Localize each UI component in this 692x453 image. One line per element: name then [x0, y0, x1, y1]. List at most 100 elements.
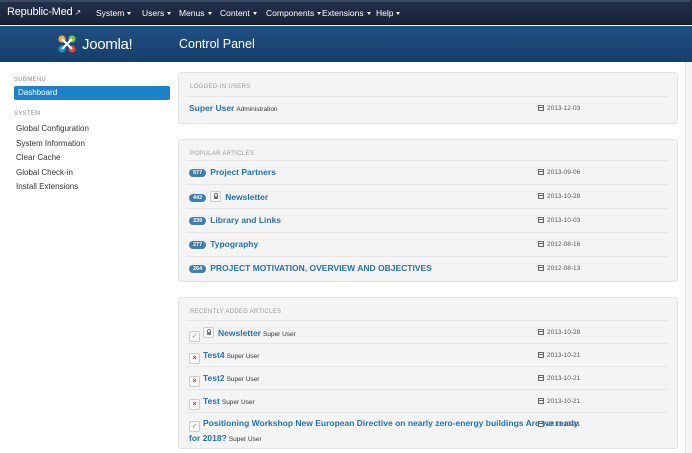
calendar-icon — [538, 375, 544, 381]
lock-icon[interactable] — [203, 327, 214, 338]
list-item: Super User Administration 2013-12-03 — [186, 96, 668, 119]
hits-badge: 577 — [189, 169, 207, 177]
user-location: Administration — [236, 106, 278, 113]
menu-content-label: Content — [220, 8, 250, 18]
published-check-icon[interactable]: ✓ — [189, 331, 200, 342]
article-link[interactable]: Positioning Workshop New European Direct… — [203, 418, 579, 428]
system-heading: SYSTEM — [14, 111, 41, 117]
list-item: × Test4 Super User 2013-10-21 — [186, 343, 668, 366]
published-check-icon[interactable]: ✓ — [189, 421, 200, 432]
list-item: ✓ Newsletter Super User 2013-10-29 — [186, 320, 668, 343]
external-link-icon: ↗ — [74, 8, 81, 17]
list-item: 277 Typography 2012-08-16 — [186, 232, 668, 255]
logged-in-users-panel: LOGGED-IN USERS Super User Administration… — [178, 72, 678, 124]
row-date: 2012-08-13 — [538, 265, 580, 272]
article-link-continued[interactable]: for 2018? — [189, 433, 227, 443]
row-main: 442 Newsletter — [189, 191, 268, 202]
caret-down-icon — [252, 12, 257, 15]
article-link[interactable]: PROJECT MOTIVATION, OVERVIEW AND OBJECTI… — [210, 263, 432, 273]
menu-components-label: Components — [266, 8, 315, 18]
page-header: Joomla! Control Panel — [0, 26, 692, 62]
site-name-link[interactable]: Republic-Med ↗ — [7, 6, 81, 18]
calendar-icon — [538, 241, 544, 247]
article-author: Super User — [226, 376, 260, 383]
page-title: Control Panel — [179, 37, 255, 51]
article-link[interactable]: Newsletter — [225, 192, 268, 202]
caret-down-icon — [207, 12, 212, 15]
list-item: × Test2 Super User 2013-10-21 — [186, 366, 668, 389]
user-link[interactable]: Super User — [189, 103, 234, 113]
unpublished-x-icon[interactable]: × — [189, 376, 200, 387]
row-date: 2013-10-03 — [538, 217, 580, 224]
menu-users-label: Users — [142, 8, 165, 18]
panel-heading: LOGGED-IN USERS — [190, 84, 251, 90]
article-link[interactable]: Typography — [210, 239, 258, 249]
article-link[interactable]: Test — [203, 396, 220, 406]
row-main: × Test Super User — [189, 396, 255, 410]
menu-system[interactable]: System — [96, 8, 132, 18]
sidebar-item-global-check-in[interactable]: Global Check-in — [14, 166, 170, 181]
article-author: Super User — [263, 331, 296, 338]
row-date: 2013-10-21 — [538, 398, 580, 405]
article-link[interactable]: Test4 — [203, 350, 225, 360]
row-date: 2013-09-06 — [538, 169, 580, 176]
sidebar-item-dashboard[interactable]: Dashboard — [14, 86, 170, 100]
menu-menus[interactable]: Menus — [179, 8, 212, 18]
hits-badge: 442 — [189, 194, 207, 202]
calendar-icon — [538, 217, 544, 223]
hits-badge: 277 — [189, 241, 207, 249]
menu-system-label: System — [96, 8, 125, 18]
right-edge-panel — [685, 62, 692, 453]
row-main: 264 PROJECT MOTIVATION, OVERVIEW AND OBJE… — [189, 263, 432, 273]
row-date: 2013-12-03 — [538, 105, 580, 112]
popular-articles-panel: POPULAR ARTICLES 577 Project Partners 201… — [178, 139, 678, 282]
date-text: 2013-10-21 — [547, 375, 581, 382]
panel-heading: RECENTLY ADDED ARTICLES — [190, 309, 282, 315]
sidebar: SUBMENU Dashboard SYSTEM Global Configur… — [14, 74, 170, 195]
row-main: ✓ Newsletter Super User — [189, 327, 296, 342]
menu-extensions[interactable]: Extensions — [322, 8, 371, 18]
row-date: 2013-10-29 — [538, 329, 580, 336]
calendar-icon — [538, 352, 544, 358]
menu-users[interactable]: Users — [142, 8, 172, 18]
article-author: Super User — [226, 353, 260, 360]
row-main: × Test4 Super User — [189, 350, 259, 364]
calendar-icon — [538, 265, 544, 271]
article-link[interactable]: Project Partners — [210, 167, 276, 177]
row-date: 2013-10-21 — [538, 352, 580, 359]
logo-text: Joomla! — [82, 35, 133, 53]
menu-components[interactable]: Components — [266, 8, 322, 18]
unpublished-x-icon[interactable]: × — [189, 353, 200, 364]
menu-content[interactable]: Content — [220, 8, 257, 18]
article-link[interactable]: Newsletter — [218, 328, 261, 338]
list-item: ✓ Positioning Workshop New European Direc… — [186, 412, 668, 448]
date-text: 2013-12-03 — [547, 105, 581, 112]
joomla-icon — [58, 35, 76, 53]
site-name: Republic-Med — [7, 6, 73, 18]
sidebar-item-install-extensions[interactable]: Install Extensions — [14, 180, 170, 195]
caret-down-icon — [317, 12, 322, 15]
sidebar-item-global-configuration[interactable]: Global Configuration — [14, 122, 170, 137]
article-author: Super User — [228, 436, 262, 443]
article-author: Super User — [221, 399, 255, 406]
date-text: 2013-10-21 — [547, 398, 581, 405]
panel-heading: POPULAR ARTICLES — [190, 151, 255, 157]
menu-menus-label: Menus — [179, 8, 205, 18]
date-text: 2013-10-29 — [547, 193, 581, 200]
row-date: 2013-10-21 — [538, 375, 580, 382]
list-item: 442 Newsletter 2013-10-29 — [186, 184, 668, 207]
caret-down-icon — [366, 12, 371, 15]
joomla-logo[interactable]: Joomla! — [56, 32, 133, 56]
sidebar-item-system-information[interactable]: System Information — [14, 137, 170, 152]
row-main: 577 Project Partners — [189, 167, 276, 177]
article-link[interactable]: Test2 — [203, 373, 225, 383]
submenu-heading: SUBMENU — [14, 77, 47, 83]
sidebar-item-clear-cache[interactable]: Clear Cache — [14, 151, 170, 166]
calendar-icon — [538, 105, 544, 111]
article-link[interactable]: Library and Links — [210, 215, 281, 225]
menu-help[interactable]: Help — [376, 8, 401, 18]
lock-icon[interactable] — [210, 191, 222, 202]
calendar-icon — [538, 193, 544, 199]
hits-badge: 339 — [189, 217, 207, 225]
unpublished-x-icon[interactable]: × — [189, 399, 200, 410]
